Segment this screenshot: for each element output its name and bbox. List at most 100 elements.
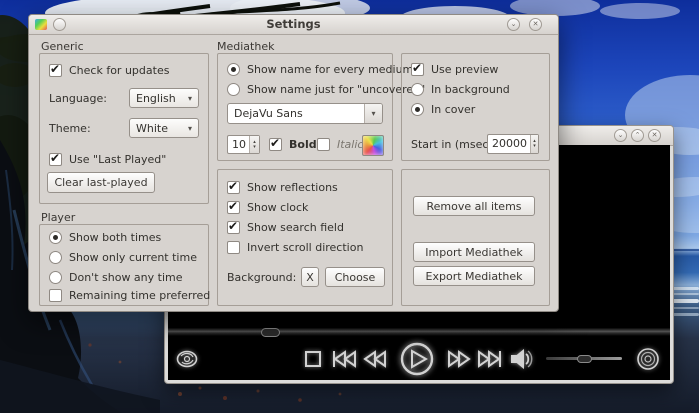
rewind-button[interactable] [363,350,387,368]
checkbox[interactable]: ✔ [49,153,62,166]
window-title: Settings [29,15,558,34]
vinyl-icon[interactable] [636,347,660,371]
close-button[interactable]: ✕ [648,129,661,142]
settings-titlebar[interactable]: Settings ⌄ ✕ [29,15,558,35]
checkbox[interactable] [227,241,240,254]
checkbox[interactable]: ✔ [227,221,240,234]
checkbox[interactable] [317,138,330,151]
skip-forward-button[interactable] [477,349,503,369]
use-last-played[interactable]: ✔ Use "Last Played" [49,153,166,166]
radio[interactable] [49,251,62,264]
radio-in-cover[interactable]: In cover [411,103,475,116]
chevron-down-icon: ⌄ [511,20,517,28]
shade-button[interactable]: ⌄ [614,129,627,142]
checkbox[interactable] [49,289,62,302]
checkbox[interactable]: ✔ [227,181,240,194]
remove-all-items-button[interactable]: Remove all items [413,196,535,216]
stop-button[interactable] [304,350,322,368]
show-search-field[interactable]: ✔ Show search field [227,221,344,234]
radio[interactable] [49,271,62,284]
radio[interactable] [227,63,240,76]
show-clock[interactable]: ✔ Show clock [227,201,308,214]
font-size-spinner[interactable]: 10 ▴▾ [227,135,260,154]
background-label: Background: [227,271,296,284]
checkbox-label: Show search field [247,221,344,234]
radio-in-background[interactable]: In background [411,83,510,96]
background-clear-button[interactable]: X [301,267,319,287]
checkbox[interactable]: ✔ [411,63,424,76]
check-icon: ✔ [412,61,422,75]
skip-back-button[interactable] [331,349,357,369]
desktop: ⌄ ⌃ ✕ [0,0,699,413]
language-label: Language: [49,92,107,105]
group-label-player: Player [41,211,75,224]
remaining-time-preferred[interactable]: Remaining time preferred [49,289,210,302]
check-for-updates[interactable]: ✔ Check for updates [49,64,169,77]
spinner-value: 20000 [488,135,530,153]
shade-button[interactable]: ⌄ [507,18,520,31]
close-button[interactable]: ✕ [529,18,542,31]
radio-show-current-time[interactable]: Show only current time [49,251,197,264]
chevron-down-icon: ▾ [371,109,375,118]
italic-checkbox-row[interactable]: Italic [317,138,363,151]
check-icon: ✔ [228,199,238,213]
selected-value: DejaVu Sans [228,107,309,120]
radio[interactable] [411,83,424,96]
checkbox-label: Use preview [431,63,498,76]
group-label-generic: Generic [41,40,84,53]
font-color-picker-button[interactable] [362,135,384,156]
radio-label: Show both times [69,231,161,244]
seek-slider-handle[interactable] [261,328,280,337]
check-icon: ✔ [270,136,280,150]
selected-value: English [136,92,176,105]
radio[interactable] [411,103,424,116]
radio-label: Show name just for "uncovered" [247,83,425,96]
check-icon: ✔ [50,151,60,165]
start-in-spinner[interactable]: 20000 ▴▾ [487,134,539,154]
check-icon: ✔ [228,219,238,233]
radio-no-time[interactable]: Don't show any time [49,271,183,284]
language-select[interactable]: English ▾ [129,88,199,108]
background-choose-button[interactable]: Choose [325,267,385,287]
play-button[interactable] [399,341,435,377]
checkbox-label: Check for updates [69,64,169,77]
radio-show-both-times[interactable]: Show both times [49,231,161,244]
check-icon: ✔ [50,62,60,76]
radio[interactable] [49,231,62,244]
checkbox[interactable]: ✔ [227,201,240,214]
invert-scroll-direction[interactable]: Invert scroll direction [227,241,363,254]
checkbox-label: Show reflections [247,181,338,194]
radio-name-uncovered[interactable]: Show name just for "uncovered" [227,83,425,96]
chevron-down-icon: ▾ [188,94,192,103]
player-logo-icon[interactable] [176,348,198,370]
clear-last-played-button[interactable]: Clear last-played [47,172,155,193]
checkbox[interactable]: ✔ [269,138,282,151]
close-icon: ✕ [652,131,658,139]
show-reflections[interactable]: ✔ Show reflections [227,181,338,194]
use-preview[interactable]: ✔ Use preview [411,63,498,76]
dropdown-button[interactable]: ▾ [364,104,382,123]
theme-label: Theme: [49,122,91,135]
radio-name-every-medium[interactable]: Show name for every medium [227,63,413,76]
volume-slider-handle[interactable] [577,355,592,363]
selected-value: White [136,122,168,135]
radio[interactable] [227,83,240,96]
volume-icon[interactable] [510,348,534,370]
import-mediathek-button[interactable]: Import Mediathek [413,242,535,262]
radio-label: Don't show any time [69,271,183,284]
spin-down-icon[interactable]: ▾ [533,144,536,149]
seek-slider[interactable] [168,328,670,336]
chevron-down-icon: ⌄ [618,131,624,139]
radio-label: In cover [431,103,475,116]
chevron-up-icon: ⌃ [635,131,641,139]
checkbox[interactable]: ✔ [49,64,62,77]
export-mediathek-button[interactable]: Export Mediathek [413,266,535,286]
start-in-label: Start in (msec): [411,138,496,151]
unshade-button[interactable]: ⌃ [631,129,644,142]
settings-window: Settings ⌄ ✕ Generic ✔ Check for updates… [28,14,559,312]
theme-select[interactable]: White ▾ [129,118,199,138]
spin-down-icon[interactable]: ▾ [253,145,256,150]
bold-checkbox-row[interactable]: ✔ Bold [269,138,317,151]
font-family-select[interactable]: DejaVu Sans ▾ [227,103,383,124]
fast-forward-button[interactable] [447,350,471,368]
